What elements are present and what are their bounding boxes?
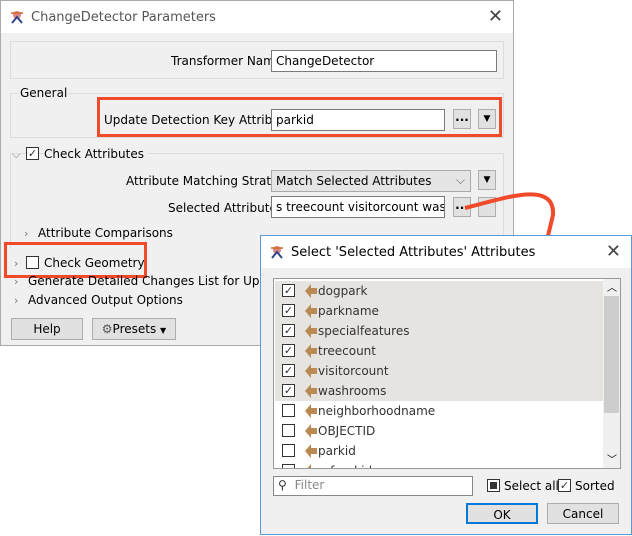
list-scrollbar[interactable]: ︿ ﹀ bbox=[603, 279, 620, 468]
attribute-list-item[interactable]: ✓ dogpark bbox=[275, 281, 614, 301]
attribute-list-item[interactable]: ✓ parkname bbox=[275, 301, 614, 321]
sorted-checkbox[interactable]: ✓ bbox=[558, 479, 571, 492]
attribute-list-item[interactable]: ✓ washrooms bbox=[275, 381, 614, 401]
attribute-checkbox[interactable] bbox=[282, 444, 295, 457]
attribute-name: parkid bbox=[318, 444, 356, 458]
attribute-name: neighborhoodname bbox=[318, 404, 436, 418]
check-attributes-label: Check Attributes bbox=[44, 147, 148, 161]
scroll-up-icon[interactable]: ︿ bbox=[607, 279, 617, 294]
presets-button[interactable]: ⚙Presets ▼ bbox=[92, 318, 176, 340]
filter-input[interactable]: ⚲ Filter bbox=[273, 476, 473, 496]
attribute-arrow-icon bbox=[305, 404, 317, 418]
select-attributes-dialog: Select 'Selected Attributes' Attributes … bbox=[260, 235, 632, 535]
highlight-box-check-geometry bbox=[4, 242, 147, 278]
filter-placeholder: Filter bbox=[294, 478, 325, 492]
attribute-checkbox[interactable]: ✓ bbox=[282, 284, 295, 297]
advanced-output-label[interactable]: Advanced Output Options bbox=[28, 293, 183, 307]
chevron-down-icon[interactable]: ⌵ bbox=[12, 148, 20, 162]
attribute-checkbox[interactable]: ✓ bbox=[282, 384, 295, 397]
dialog-title: Select 'Selected Attributes' Attributes bbox=[291, 244, 536, 260]
select-all-checkbox[interactable] bbox=[487, 479, 500, 492]
title-bar: ChangeDetector Parameters ✕ bbox=[1, 1, 513, 33]
check-attributes-checkbox[interactable]: ✓ bbox=[26, 147, 39, 160]
attribute-comparisons-label[interactable]: Attribute Comparisons bbox=[38, 226, 173, 240]
presets-label: Presets bbox=[112, 322, 157, 336]
chevron-right-icon[interactable]: › bbox=[24, 227, 28, 240]
attribute-name: OBJECTID bbox=[318, 424, 376, 438]
attribute-arrow-icon bbox=[305, 384, 317, 398]
attribute-list-item[interactable]: ✓ visitorcount bbox=[275, 361, 614, 381]
attribute-list-item[interactable]: OBJECTID bbox=[275, 421, 614, 441]
chevron-right-icon[interactable]: › bbox=[14, 294, 18, 307]
attribute-arrow-icon bbox=[305, 284, 317, 298]
gear-icon: ⚙ bbox=[101, 322, 113, 336]
general-label: General bbox=[18, 86, 70, 100]
matching-strategy-value: Match Selected Attributes bbox=[276, 174, 432, 188]
attribute-checkbox[interactable] bbox=[282, 424, 295, 437]
attribute-arrow-icon bbox=[305, 324, 317, 338]
attribute-arrow-icon bbox=[305, 424, 317, 438]
dropdown-arrow-icon: ▼ bbox=[160, 326, 167, 335]
fme-app-icon bbox=[271, 246, 283, 259]
attribute-name: treecount bbox=[318, 344, 376, 358]
attribute-arrow-icon bbox=[305, 344, 317, 358]
selected-attributes-label: Selected Attributes: bbox=[168, 201, 288, 215]
close-icon[interactable]: ✕ bbox=[606, 241, 621, 262]
selected-attributes-input[interactable]: s treecount visitorcount washrooms bbox=[271, 196, 445, 218]
attribute-list-item[interactable]: neighborhoodname bbox=[275, 401, 614, 421]
attribute-list[interactable]: ✓ dogpark ✓ parkname ✓ specialfeatures ✓ treeco… bbox=[273, 278, 621, 469]
highlight-box-update-key bbox=[97, 97, 502, 137]
attribute-arrow-icon bbox=[305, 364, 317, 378]
attribute-list-item[interactable]: refparkid bbox=[275, 461, 614, 468]
attribute-name: specialfeatures bbox=[318, 324, 410, 338]
ok-button[interactable]: OK bbox=[466, 503, 538, 524]
transformer-name-input[interactable]: ChangeDetector bbox=[271, 50, 497, 72]
attribute-list-item[interactable]: ✓ treecount bbox=[275, 341, 614, 361]
attribute-arrow-icon bbox=[305, 444, 317, 458]
attribute-list-item[interactable]: ✓ specialfeatures bbox=[275, 321, 614, 341]
scroll-down-icon[interactable]: ﹀ bbox=[607, 451, 617, 466]
attribute-name: refparkid bbox=[318, 464, 372, 468]
scrollbar-thumb[interactable] bbox=[604, 296, 619, 413]
attribute-checkbox[interactable]: ✓ bbox=[282, 344, 295, 357]
select-all-label[interactable]: Select all bbox=[504, 479, 559, 493]
attribute-list-item[interactable]: parkid bbox=[275, 441, 614, 461]
matching-strategy-select[interactable]: Match Selected Attributes ⌵ bbox=[271, 170, 471, 192]
attribute-name: parkname bbox=[318, 304, 379, 318]
attribute-checkbox[interactable]: ✓ bbox=[282, 364, 295, 377]
attribute-checkbox[interactable]: ✓ bbox=[282, 324, 295, 337]
cancel-button[interactable]: Cancel bbox=[547, 503, 619, 524]
attribute-checkbox[interactable] bbox=[282, 464, 295, 468]
attribute-name: visitorcount bbox=[318, 364, 389, 378]
sorted-label[interactable]: Sorted bbox=[575, 479, 615, 493]
search-icon: ⚲ bbox=[278, 478, 287, 492]
attribute-arrow-icon bbox=[305, 304, 317, 318]
attribute-checkbox[interactable]: ✓ bbox=[282, 304, 295, 317]
help-button[interactable]: Help bbox=[11, 318, 83, 340]
attribute-name: washrooms bbox=[318, 384, 387, 398]
attribute-arrow-icon bbox=[307, 464, 317, 468]
transformer-name-label: Transformer Name: bbox=[171, 54, 287, 68]
attribute-checkbox[interactable] bbox=[282, 404, 295, 417]
chevron-right-icon[interactable]: › bbox=[14, 275, 18, 288]
close-icon[interactable]: ✕ bbox=[488, 6, 503, 27]
fme-app-icon bbox=[11, 11, 23, 24]
title-bar: Select 'Selected Attributes' Attributes … bbox=[261, 236, 631, 268]
attribute-name: dogpark bbox=[318, 284, 368, 298]
dialog-title: ChangeDetector Parameters bbox=[31, 9, 216, 25]
